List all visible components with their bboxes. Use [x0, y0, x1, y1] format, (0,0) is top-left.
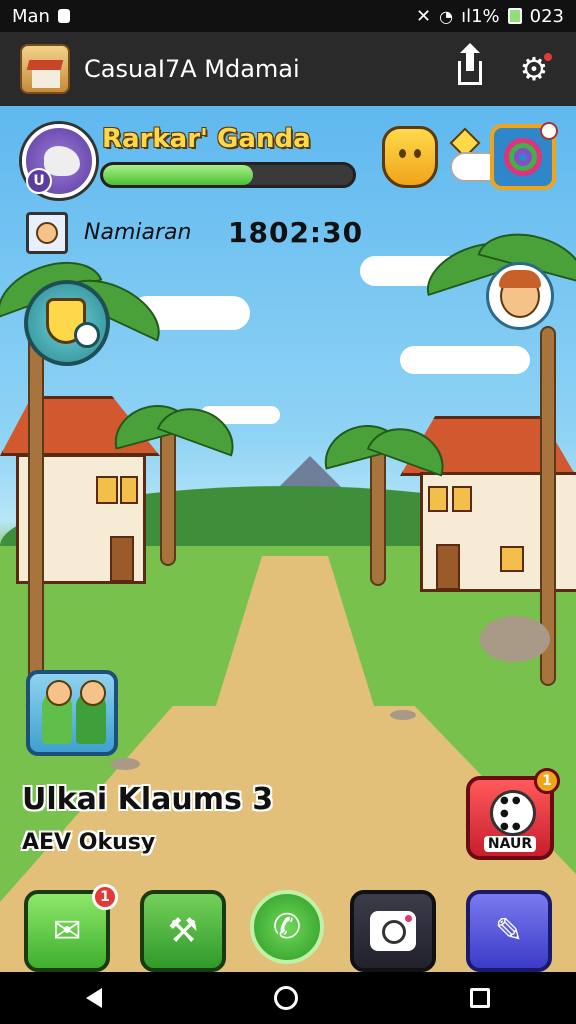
event-title: Ulkai Klaums 3 [22, 782, 274, 817]
event-subtitle: AEV Okusy [22, 830, 156, 855]
status-left: Man [12, 6, 70, 27]
dice-button-label: NAUR [484, 836, 536, 852]
chat-button[interactable]: ✆ [250, 890, 324, 964]
dice-badge: 1 [534, 768, 560, 794]
navigation-bar [0, 972, 576, 1024]
player-name: Rarkar' Ganda [102, 124, 311, 154]
gold-mascot-button[interactable] [382, 126, 438, 188]
notification-dot [542, 51, 554, 63]
app-icon [20, 44, 70, 94]
envelope-icon: ✉ [52, 911, 82, 951]
villager-face-icon [499, 270, 541, 318]
settings-button[interactable]: ⚙ [512, 47, 556, 91]
villager-portrait-button[interactable] [486, 262, 554, 330]
quest-badge [74, 322, 100, 348]
quest-button[interactable] [24, 280, 110, 366]
dice-roll-button[interactable]: NAUR 1 [466, 768, 560, 860]
npc-name: Namiaran [84, 220, 192, 245]
lock-icon [57, 9, 70, 23]
home-icon[interactable] [274, 986, 298, 1010]
camera-button[interactable] [350, 890, 436, 972]
friends-button[interactable] [26, 670, 118, 756]
player-level-badge: U [26, 168, 52, 194]
friend-icon [76, 680, 106, 744]
build-button[interactable]: ⚒ [140, 890, 226, 972]
share-button[interactable] [448, 43, 492, 91]
back-icon[interactable] [86, 988, 102, 1008]
app-bar: CasuaI7A Mdamai ⚙ [0, 32, 576, 106]
recents-icon[interactable] [470, 988, 490, 1008]
npc-portrait[interactable] [26, 212, 68, 254]
xp-bar [100, 162, 356, 188]
camera-icon [370, 911, 416, 951]
pencil-icon: ✎ [494, 911, 524, 951]
signal-text: ıl1% [461, 5, 500, 27]
rock [110, 758, 140, 770]
xp-bar-fill [103, 165, 253, 185]
clock: 023 [529, 5, 564, 27]
cloud [400, 346, 530, 374]
rock [480, 616, 550, 662]
hammer-icon: ⚒ [167, 911, 199, 951]
app-title: CasuaI7A Mdamai [84, 55, 300, 83]
status-right: ✕ ◔ ıl1% 023 [416, 6, 564, 27]
carrier-label: Man [12, 5, 50, 27]
smiley-coin-icon [382, 126, 438, 188]
rock [390, 710, 416, 720]
villager-face-icon [36, 222, 58, 244]
mail-button[interactable]: ✉ 1 [24, 884, 118, 972]
status-bar: Man ✕ ◔ ıl1% 023 [0, 0, 576, 32]
edit-button[interactable]: ✎ [466, 890, 552, 972]
dice-icon [490, 790, 536, 836]
mail-badge: 1 [92, 884, 118, 910]
wolf-icon [44, 146, 80, 176]
friend-icon [42, 680, 72, 744]
countdown-timer: 1802:30 [228, 216, 364, 249]
spin-wheel-button[interactable] [490, 122, 558, 190]
spin-badge [540, 122, 558, 140]
wifi-icon: ◔ [439, 6, 454, 26]
chat-bubble-icon: ✆ [272, 907, 302, 947]
vibrate-icon: ✕ [416, 5, 432, 27]
spiral-icon [504, 138, 542, 176]
battery-icon [507, 8, 522, 24]
